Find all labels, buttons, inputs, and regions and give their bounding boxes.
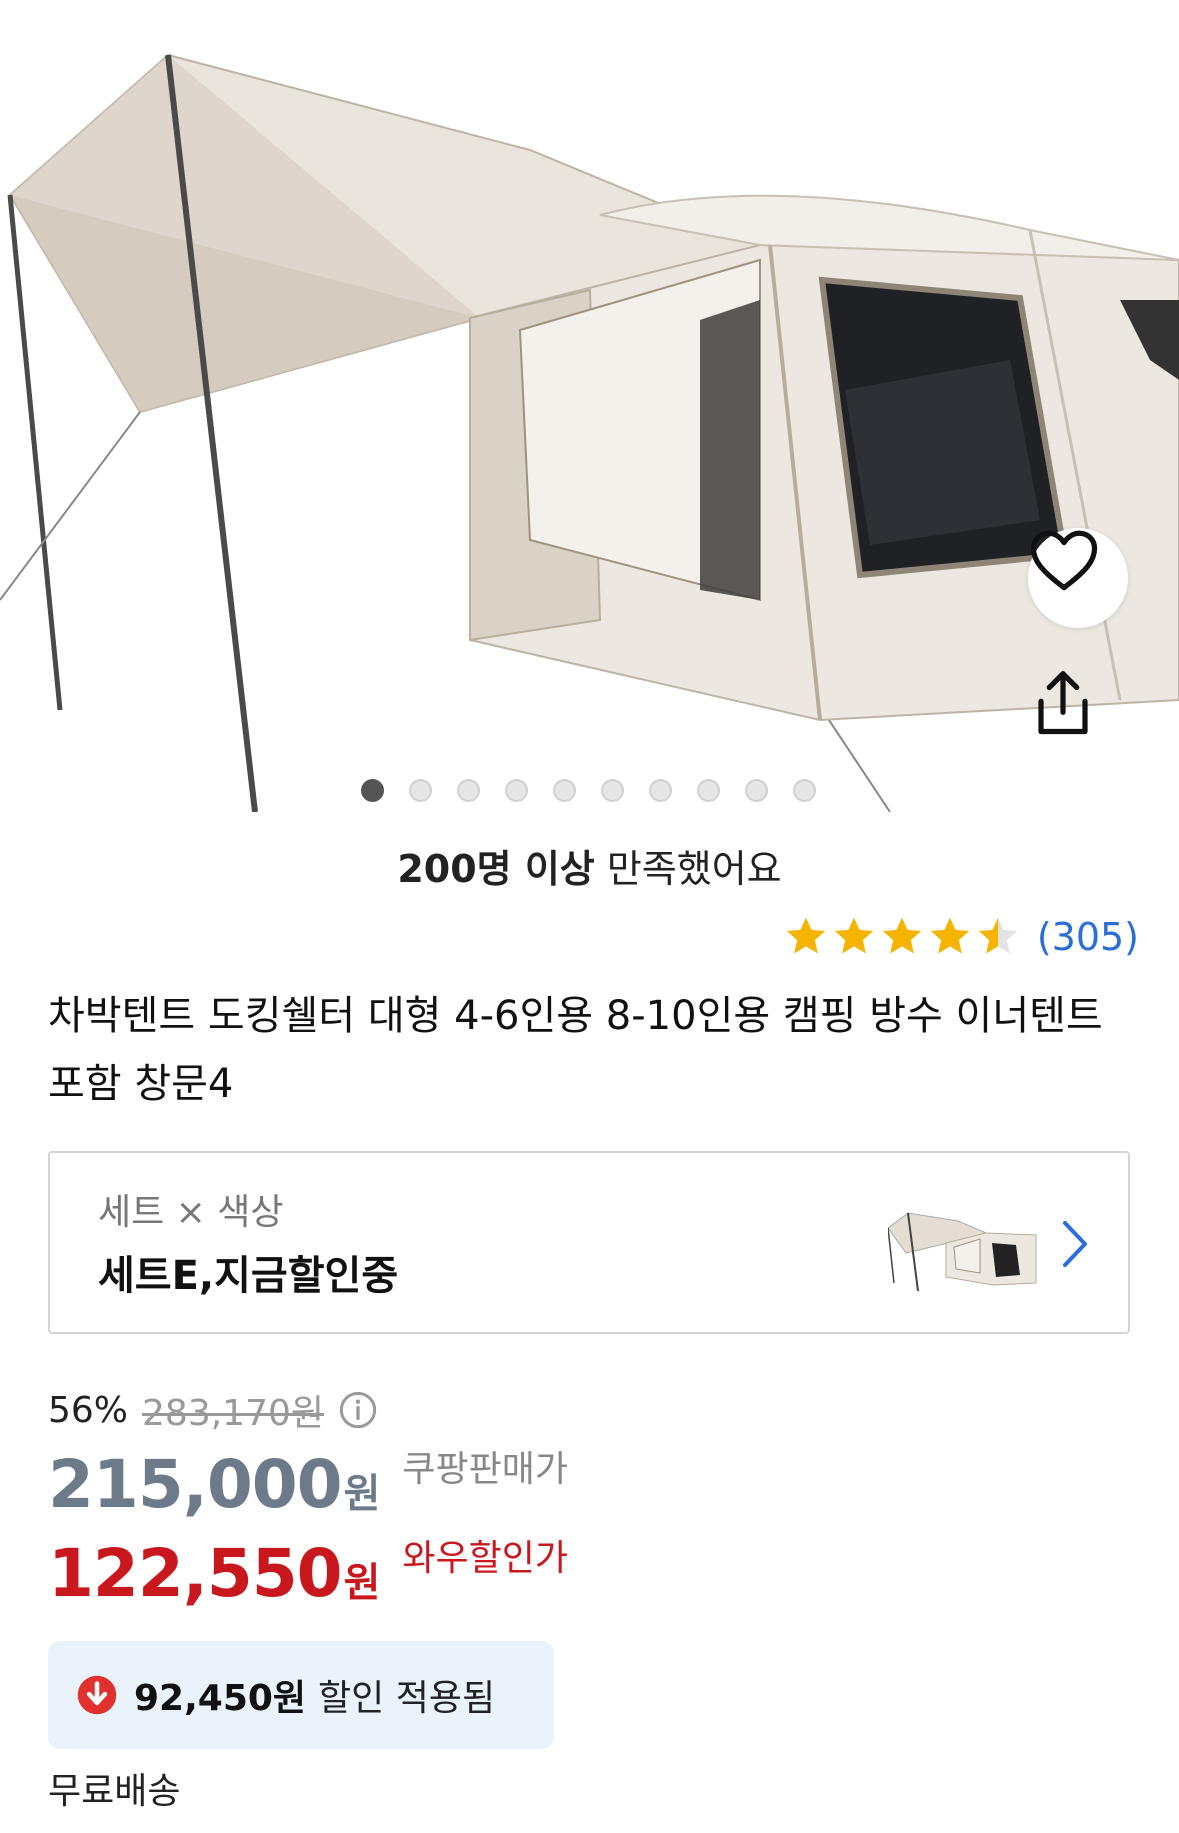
option-thumbnail [888,1212,1037,1292]
wow-price-row: 122,550 원 와우할인가 [48,1535,568,1612]
gallery-dot[interactable] [745,779,768,802]
info-icon[interactable] [338,1390,378,1430]
coupang-price-row: 215,000 원 쿠팡판매가 [48,1446,568,1523]
product-image [0,53,1179,812]
star-icon [978,917,1017,954]
saving-text: 할인 적용됨 [318,1678,496,1719]
coupang-price: 215,000 [48,1446,343,1523]
share-icon [1038,671,1088,735]
gallery-dot[interactable] [649,779,672,802]
gallery-dot[interactable] [793,779,816,802]
heart-icon [1030,530,1098,591]
wow-price: 122,550 [48,1535,343,1612]
coupang-price-unit: 원 [343,1471,381,1517]
saving-amount: 92,450원 [134,1678,307,1719]
gallery-pagination [361,779,816,802]
wow-price-unit: 원 [343,1560,381,1606]
product-title: 차박텐트 도킹쉘터 대형 4-6인용 8-10인용 캠핑 방수 이너텐트포함 창… [48,993,1103,1107]
gallery-dot[interactable] [361,779,384,802]
rating-summary[interactable]: (305) [783,914,1139,960]
star-icon [786,917,825,954]
satisfaction-count: 200명 이상 [397,847,595,891]
option-label: 세트 × 색상 [98,1192,284,1233]
star-icon [882,917,921,954]
gallery-dot[interactable] [553,779,576,802]
discount-percent: 56% [48,1389,129,1431]
original-price: 283,170원 [142,1393,325,1434]
gallery-dot[interactable] [697,779,720,802]
star-icon [834,917,873,954]
star-icon [930,917,969,954]
star-rating [783,914,1021,960]
gallery-dot[interactable] [409,779,432,802]
arrow-down-circle-icon [77,1675,117,1715]
saving-badge: 92,450원 할인 적용됨 [48,1641,554,1749]
wishlist-button[interactable] [1028,528,1128,628]
gallery-dot[interactable] [601,779,624,802]
share-button[interactable] [1030,668,1126,764]
gallery-dot[interactable] [457,779,480,802]
gallery-dot[interactable] [505,779,528,802]
review-count-link[interactable]: (305) [1037,915,1139,959]
chevron-right-icon [1063,1221,1087,1267]
coupang-price-label: 쿠팡판매가 [402,1449,569,1490]
option-value: 세트E,지금할인중 [98,1253,399,1299]
wow-price-label: 와우할인가 [402,1538,569,1579]
shipping-info: 무료배송 [48,1771,181,1812]
discount-row: 56% 283,170원 [48,1384,378,1436]
product-image-gallery[interactable] [0,0,1179,812]
satisfaction-banner: 200명 이상 만족했어요 [0,838,1179,893]
option-selector[interactable]: 세트 × 색상 세트E,지금할인중 [48,1151,1130,1334]
satisfaction-text: 만족했어요 [594,847,782,891]
